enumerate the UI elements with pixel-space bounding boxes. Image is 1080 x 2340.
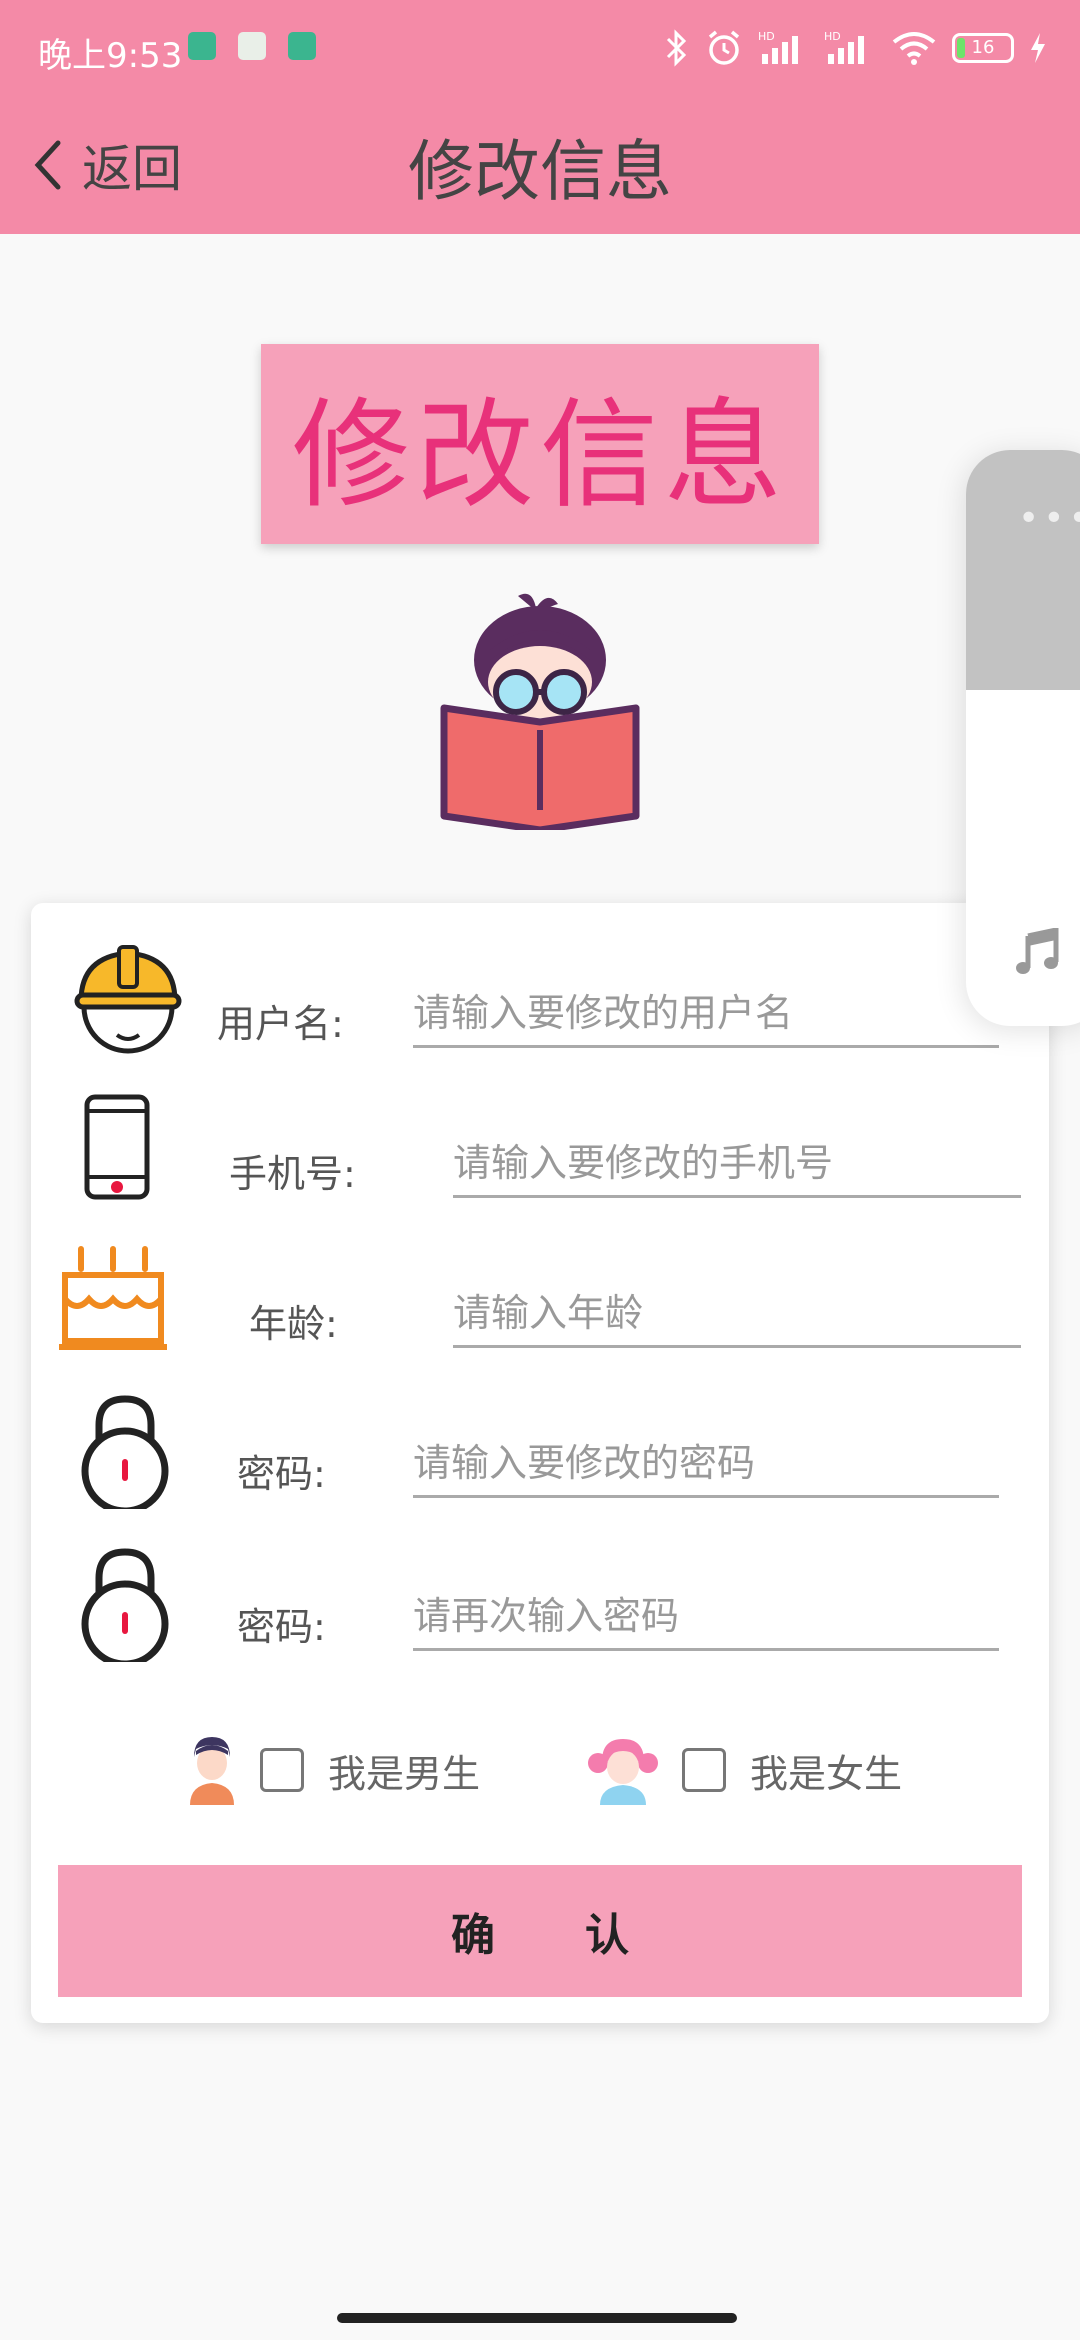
app-notification-icon [288,32,316,60]
age-label: 年龄: [249,1302,338,1346]
phone-row: 手机号: [31,1093,1049,1233]
phone-icon [84,1094,150,1200]
music-note-icon[interactable] [1016,928,1062,976]
title-banner: 修改信息 [261,344,819,544]
cake-icon [59,1246,167,1350]
girl-avatar-icon [588,1739,658,1805]
female-checkbox[interactable] [682,1748,726,1792]
edit-info-form-card: 用户名: 手机号: 年龄: 密码: [31,903,1049,2023]
gender-option-female: 我是女生 [588,1730,902,1810]
password-input[interactable] [413,1431,999,1498]
status-bar: 晚上9:53 HD HD 16 [0,0,1080,96]
password-confirm-row: 密码: [31,1546,1049,1686]
battery-level: 16 [971,37,995,58]
lock-icon [81,1548,169,1662]
home-indicator[interactable] [337,2313,737,2323]
floating-side-panel[interactable]: ••• [966,450,1080,1026]
status-time: 晚上9:53 [38,36,183,76]
password-confirm-label: 密码: [237,1605,326,1649]
alarm-icon [708,30,740,65]
charging-icon [1031,33,1045,63]
phone-label: 手机号: [229,1152,356,1196]
floating-panel-top: ••• [966,450,1080,690]
username-label: 用户名: [217,1002,344,1046]
wifi-icon [892,32,936,65]
hd-signal-icon: HD [824,30,864,64]
battery-icon: 16 [952,33,1014,63]
more-dots-icon[interactable]: ••• [1018,498,1080,539]
page-title: 修改信息 [408,133,672,210]
password-label: 密码: [237,1452,326,1496]
phone-input[interactable] [453,1131,1021,1198]
boy-avatar-icon [190,1737,234,1805]
svg-text:HD: HD [758,30,775,43]
lock-icon [81,1395,169,1509]
age-row: 年龄: [31,1243,1049,1383]
hd-signal-icon: HD [758,30,798,64]
chart-notification-icon [238,32,266,60]
password-row: 密码: [31,1393,1049,1533]
app-header-bar: 晚上9:53 HD HD 16 返回 修改信息 [0,0,1080,234]
password-confirm-input[interactable] [413,1584,999,1651]
age-input[interactable] [453,1281,1021,1348]
female-label: 我是女生 [750,1751,903,1796]
banner-title: 修改信息 [291,385,788,524]
male-checkbox[interactable] [260,1748,304,1792]
gender-option-male: 我是男生 [188,1730,480,1810]
app-notification-icon [188,32,216,60]
status-icons: HD HD 16 [664,26,1048,70]
reading-girl-illustration [440,593,640,830]
username-input[interactable] [413,981,999,1048]
helmet-icon [74,945,182,1054]
confirm-button[interactable]: 确认 [58,1865,1022,1997]
svg-text:HD: HD [824,30,841,43]
male-label: 我是男生 [328,1751,481,1796]
bluetooth-icon [666,29,687,67]
username-row: 用户名: [31,943,1049,1083]
